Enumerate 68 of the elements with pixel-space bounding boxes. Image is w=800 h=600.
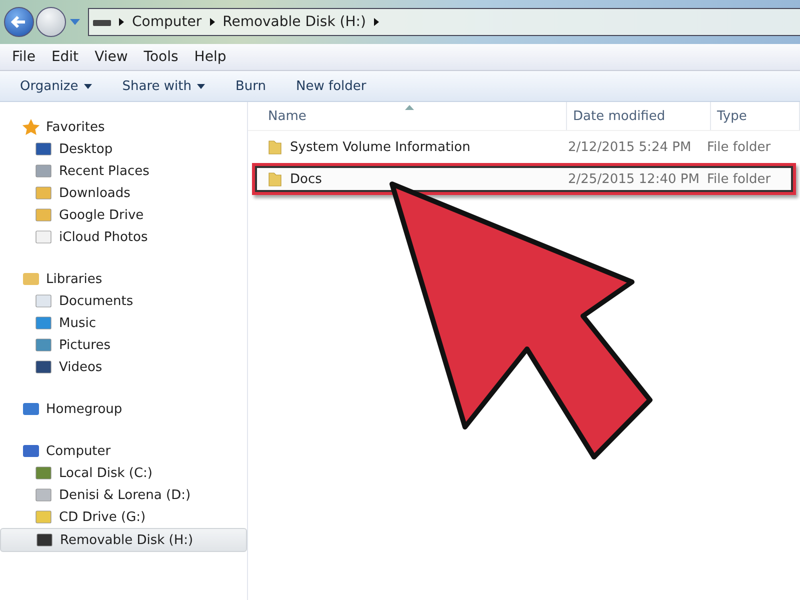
toolbar-button[interactable]: Share with — [114, 74, 214, 98]
toolbar-button[interactable]: Burn — [227, 74, 274, 98]
type-cell-text: File folder — [706, 140, 772, 154]
forward-button[interactable] — [36, 7, 66, 37]
file-row[interactable]: Docs 2/25/2015 12:40 PM File folder — [252, 163, 796, 195]
breadcrumb[interactable]: Removable Disk (H:) — [222, 14, 366, 30]
column-header[interactable]: Date modified — [567, 102, 711, 130]
nav-group[interactable]: Favorites — [0, 116, 247, 138]
nav-item[interactable]: Documents — [0, 290, 247, 312]
column-header[interactable]: Type — [711, 102, 800, 130]
sort-caret-icon — [405, 105, 414, 110]
breadcrumb[interactable]: Computer — [132, 14, 202, 30]
nav-group[interactable]: Libraries — [0, 268, 247, 290]
chevron-right-icon[interactable] — [374, 18, 379, 26]
item-icon — [35, 185, 52, 201]
back-button[interactable] — [4, 7, 34, 37]
nav-item[interactable]: Removable Disk (H:) — [0, 528, 247, 552]
group-icon — [22, 401, 40, 417]
item-icon — [35, 207, 52, 223]
menu-item[interactable]: Tools — [138, 49, 184, 65]
toolbar-button[interactable]: Organize — [12, 74, 100, 98]
item-icon — [35, 509, 52, 525]
item-icon — [35, 337, 52, 353]
nav-item[interactable]: Desktop — [0, 138, 247, 160]
nav-item[interactable]: Recent Places — [0, 160, 247, 182]
item-icon — [35, 465, 52, 481]
item-icon — [35, 163, 52, 179]
toolbar-button[interactable]: New folder — [288, 74, 374, 98]
nav-item[interactable]: Music — [0, 312, 247, 334]
nav-item[interactable]: iCloud Photos — [0, 226, 247, 248]
file-row[interactable]: System Volume Information 2/12/2015 5:24 PM File folder — [252, 131, 796, 163]
menu-item[interactable]: Edit — [45, 49, 85, 65]
item-icon — [35, 293, 52, 309]
nav-group[interactable]: Computer — [0, 440, 247, 462]
file-name: Docs — [290, 172, 322, 186]
nav-item[interactable]: CD Drive (G:) — [0, 506, 247, 528]
nav-item[interactable]: Pictures — [0, 334, 247, 356]
caret-icon — [84, 84, 92, 88]
nav-item[interactable]: Google Drive — [0, 204, 247, 226]
chevron-right-icon[interactable] — [210, 18, 215, 26]
address-bar[interactable]: Computer Removable Disk (H:) — [88, 8, 800, 36]
item-icon — [35, 229, 52, 245]
item-icon — [35, 315, 52, 331]
item-icon — [36, 532, 53, 548]
type-cell-text: File folder — [706, 172, 772, 186]
date-cell-text: 2/12/2015 5:24 PM — [567, 140, 692, 154]
group-icon — [22, 119, 40, 135]
nav-item[interactable]: Downloads — [0, 182, 247, 204]
date-cell-text: 2/25/2015 12:40 PM — [567, 172, 700, 186]
item-icon — [35, 141, 52, 157]
nav-item[interactable]: Videos — [0, 356, 247, 378]
menu-item[interactable]: Help — [188, 49, 232, 65]
caret-icon — [197, 84, 206, 88]
nav-group[interactable]: Homegroup — [0, 398, 247, 420]
nav-item[interactable]: Local Disk (C:) — [0, 462, 247, 484]
item-icon — [35, 359, 52, 375]
drive-icon — [93, 18, 111, 26]
history-caret-icon[interactable] — [70, 19, 80, 25]
item-icon — [35, 487, 52, 503]
folder-icon — [268, 139, 282, 155]
menu-item[interactable]: File — [6, 49, 42, 65]
menu-item[interactable]: View — [88, 49, 134, 65]
chevron-right-icon[interactable] — [119, 18, 124, 26]
nav-item[interactable]: Denisi & Lorena (D:) — [0, 484, 247, 506]
group-icon — [22, 443, 40, 459]
folder-icon — [268, 171, 282, 187]
group-icon — [22, 271, 40, 287]
file-name: System Volume Information — [290, 140, 470, 154]
